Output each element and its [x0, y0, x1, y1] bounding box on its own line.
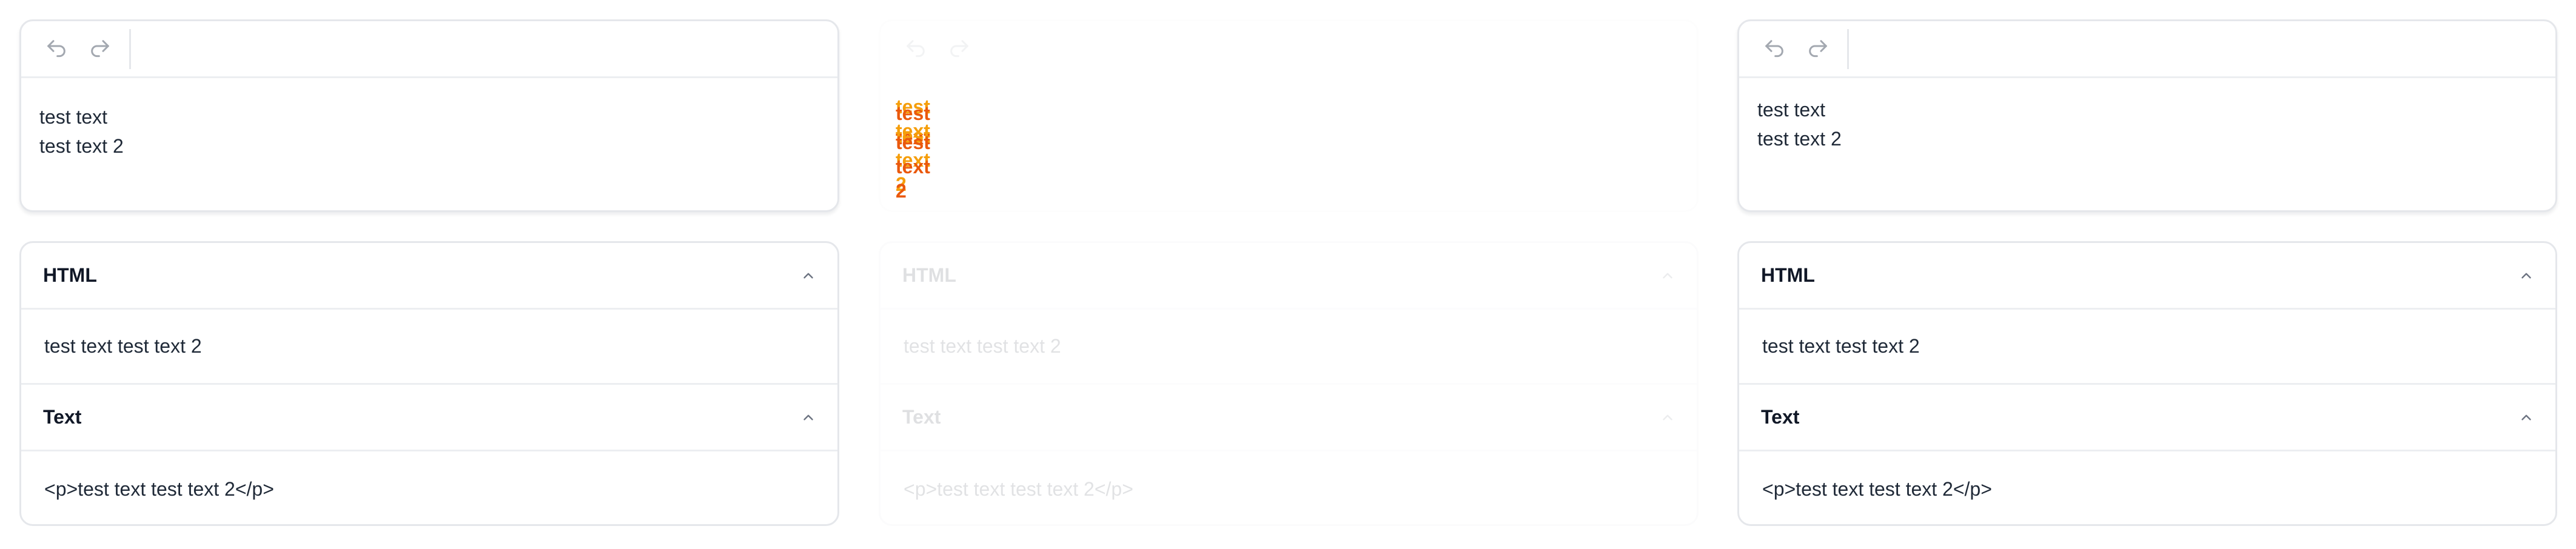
html-panel-value: test text test text 2 [1739, 310, 2555, 385]
editor-line: test text [39, 106, 108, 128]
editor-toolbar [880, 21, 1697, 78]
editor-line: test text 2 [39, 135, 124, 157]
redo-icon [91, 39, 109, 57]
text-panel-title: Text [1761, 406, 1800, 428]
undo-button[interactable] [899, 32, 933, 66]
html-panel-header[interactable]: HTML [880, 243, 1697, 310]
html-panel-title: HTML [902, 264, 956, 286]
output-panels: HTML test text test text 2 Text <p>test … [879, 241, 1699, 526]
editor-column-1: test text test text 2 HTML test text tes… [19, 19, 839, 526]
editor-content[interactable]: test text test text 2 [1739, 78, 2555, 153]
undo-icon [47, 39, 65, 57]
undo-icon [907, 39, 925, 57]
chevron-up-icon[interactable] [1659, 409, 1676, 426]
output-panels: HTML test text test text 2 Text <p>test … [1737, 241, 2557, 526]
redo-icon [950, 39, 968, 57]
text-panel-header[interactable]: Text [21, 385, 837, 451]
chevron-up-icon[interactable] [1659, 267, 1676, 284]
text-panel-value: <p>test text test text 2</p> [904, 477, 1133, 500]
redo-button[interactable] [83, 32, 117, 66]
html-panel-header[interactable]: HTML [1739, 243, 2555, 310]
html-panel-title: HTML [1761, 264, 1815, 286]
editor-line: test text 2 [1757, 128, 1842, 150]
editor-line: test text [1757, 99, 1826, 121]
rich-text-editor: test text test text 2 [19, 19, 839, 212]
chevron-up-icon[interactable] [2518, 267, 2535, 284]
html-panel-header[interactable]: HTML [21, 243, 837, 310]
output-panels: HTML test text test text 2 Text <p>test … [19, 241, 839, 526]
html-panel-title: HTML [43, 264, 97, 286]
text-panel-header[interactable]: Text [1739, 385, 2555, 451]
redo-icon [1809, 39, 1827, 57]
text-panel-title: Text [43, 406, 82, 428]
html-panel-value: test text test text 2 [880, 310, 1697, 385]
chevron-up-icon[interactable] [800, 409, 817, 426]
toolbar-divider [129, 28, 131, 69]
editor-column-2: HTML test text test text 2 Text <p>test … [879, 19, 1699, 526]
toolbar-divider [1847, 28, 1849, 69]
chevron-up-icon[interactable] [800, 267, 817, 284]
text-panel-title: Text [902, 406, 941, 428]
ghost-line-text-shadow: test text 2 [896, 131, 930, 202]
rich-text-editor [879, 19, 1699, 212]
editor-content[interactable]: test text test text 2 [21, 78, 837, 161]
text-panel-value: <p>test text test text 2</p> [1762, 477, 1992, 500]
text-panel-header[interactable]: Text [880, 385, 1697, 451]
editor-toolbar [21, 21, 837, 78]
undo-icon [1765, 39, 1783, 57]
undo-button[interactable] [39, 32, 73, 66]
html-panel-value: test text test text 2 [21, 310, 837, 385]
editor-column-3: test text test text 2 HTML test text tes… [1737, 19, 2557, 526]
text-panel-value: <p>test text test text 2</p> [44, 477, 274, 500]
redo-button[interactable] [942, 32, 976, 66]
redo-button[interactable] [1801, 32, 1835, 66]
chevron-up-icon[interactable] [2518, 409, 2535, 426]
editor-toolbar [1739, 21, 2555, 78]
undo-button[interactable] [1757, 32, 1791, 66]
rich-text-editor: test text test text 2 [1737, 19, 2557, 212]
